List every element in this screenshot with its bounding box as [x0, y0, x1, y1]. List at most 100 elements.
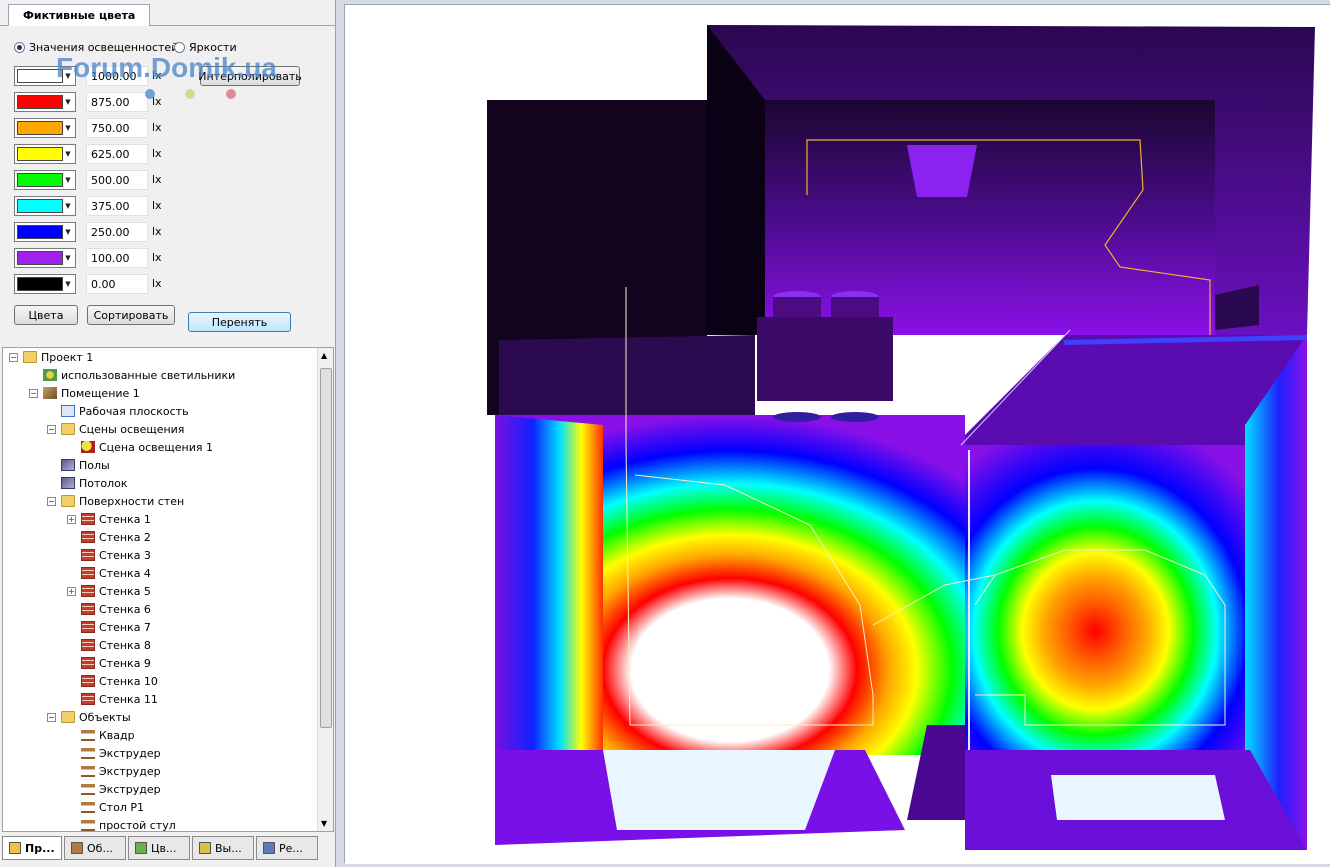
tree-label: Полы	[79, 458, 110, 472]
wall-icon	[81, 639, 95, 651]
tree-wall-item[interactable]: Стенка 8	[81, 636, 151, 654]
color-picker[interactable]: ▼	[14, 222, 76, 242]
bottom-tab[interactable]: Об...	[64, 836, 126, 860]
color-picker[interactable]: ▼	[14, 118, 76, 138]
tree-wall-item[interactable]: Стенка 2	[81, 528, 151, 546]
tree-object-item[interactable]: Экструдер	[81, 762, 161, 780]
rendering-viewport[interactable]	[344, 4, 1330, 864]
threshold-input[interactable]: 500.00	[86, 170, 148, 190]
chevron-down-icon[interactable]: ▼	[63, 224, 73, 240]
threshold-input[interactable]: 250.00	[86, 222, 148, 242]
collapse-toggle[interactable]: −	[9, 353, 18, 362]
color-swatch	[17, 173, 63, 187]
color-row: ▼	[14, 143, 76, 165]
expand-toggle[interactable]: +	[67, 515, 76, 524]
unit-label: lx	[152, 277, 162, 290]
tree-object-item[interactable]: Стол P1	[81, 798, 144, 816]
tree-luminaires[interactable]: использованные светильники	[43, 366, 235, 384]
tree-object-item[interactable]: Экструдер	[81, 744, 161, 762]
collapse-toggle[interactable]: −	[47, 497, 56, 506]
bottom-tab[interactable]: Ре...	[256, 836, 318, 860]
watermark-dot	[185, 89, 195, 99]
tree-scene-1[interactable]: Сцена освещения 1	[81, 438, 213, 456]
tree-label: Стенка 4	[99, 566, 151, 580]
luminaire-icon	[43, 369, 57, 381]
bottom-tab[interactable]: Цв...	[128, 836, 190, 860]
chevron-down-icon[interactable]: ▼	[63, 276, 73, 292]
tree-wall-item[interactable]: Стенка 10	[81, 672, 158, 690]
tree-wall-item[interactable]: Стенка 6	[81, 600, 151, 618]
threshold-input[interactable]: 0.00	[86, 274, 148, 294]
false-color-rendering	[345, 5, 1330, 864]
tree-project[interactable]: Проект 1	[23, 348, 93, 366]
collapse-toggle[interactable]: −	[47, 713, 56, 722]
color-picker[interactable]: ▼	[14, 248, 76, 268]
tree-scrollbar[interactable]: ▲ ▼	[317, 348, 333, 831]
color-picker[interactable]: ▼	[14, 274, 76, 294]
scroll-thumb[interactable]	[320, 368, 332, 728]
bottom-tab-label: Вы...	[215, 841, 242, 855]
chevron-down-icon[interactable]: ▼	[63, 250, 73, 266]
tree-wall-item[interactable]: Стенка 1	[81, 510, 151, 528]
workplane-icon	[61, 405, 75, 417]
tree-ceiling[interactable]: Потолок	[61, 474, 128, 492]
sort-button[interactable]: Сортировать	[87, 305, 175, 325]
threshold-input[interactable]: 875.00	[86, 92, 148, 112]
tree-scenes[interactable]: Сцены освещения	[61, 420, 184, 438]
threshold-input[interactable]: 100.00	[86, 248, 148, 268]
tree-label: Стенка 7	[99, 620, 151, 634]
color-row: ▼	[14, 91, 76, 113]
threshold-input[interactable]: 625.00	[86, 144, 148, 164]
tree-label: Стенка 10	[99, 674, 158, 688]
color-picker[interactable]: ▼	[14, 92, 76, 112]
scroll-up-icon[interactable]: ▲	[321, 351, 327, 360]
color-picker[interactable]: ▼	[14, 170, 76, 190]
tree-wall-item[interactable]: Стенка 5	[81, 582, 151, 600]
color-row: ▼	[14, 247, 76, 269]
wall-icon	[81, 675, 95, 687]
furniture-icon	[81, 801, 95, 813]
folder-icon	[61, 711, 75, 723]
tree-object-item[interactable]: Экструдер	[81, 780, 161, 798]
threshold-input[interactable]: 750.00	[86, 118, 148, 138]
chevron-down-icon[interactable]: ▼	[63, 172, 73, 188]
output-icon	[199, 842, 211, 854]
tree-walls[interactable]: Поверхности стен	[61, 492, 184, 510]
tree-label: Сцены освещения	[79, 422, 185, 436]
color-picker[interactable]: ▼	[14, 144, 76, 164]
chevron-down-icon[interactable]: ▼	[63, 120, 73, 136]
color-picker[interactable]: ▼	[14, 196, 76, 216]
bottom-tab[interactable]: Вы...	[192, 836, 254, 860]
collapse-toggle[interactable]: −	[47, 425, 56, 434]
tree-room[interactable]: Помещение 1	[43, 384, 140, 402]
tab-false-colors[interactable]: Фиктивные цвета	[8, 4, 151, 26]
folder-icon	[23, 351, 37, 363]
chevron-down-icon[interactable]: ▼	[63, 198, 73, 214]
scroll-down-icon[interactable]: ▼	[321, 819, 327, 828]
tree-objects[interactable]: Объекты	[61, 708, 131, 726]
colors-button[interactable]: Цвета	[14, 305, 78, 325]
expand-toggle[interactable]: +	[67, 587, 76, 596]
bottom-tab[interactable]: Пр...	[2, 836, 62, 860]
tree-workplane[interactable]: Рабочая плоскость	[61, 402, 189, 420]
tree-wall-item[interactable]: Стенка 11	[81, 690, 158, 708]
tree-object-item[interactable]: простой стул	[81, 816, 176, 831]
tree-label: Экструдер	[99, 746, 161, 760]
radio-dot-selected[interactable]	[14, 42, 25, 53]
tree-object-item[interactable]: Квадр	[81, 726, 135, 744]
chevron-down-icon[interactable]: ▼	[63, 94, 73, 110]
tree-wall-item[interactable]: Стенка 7	[81, 618, 151, 636]
tree-wall-item[interactable]: Стенка 3	[81, 546, 151, 564]
chevron-down-icon[interactable]: ▼	[63, 146, 73, 162]
tree-wall-item[interactable]: Стенка 9	[81, 654, 151, 672]
apply-button[interactable]: Перенять	[188, 312, 291, 332]
project-tree[interactable]: − Проект 1 использованные светильники − …	[2, 347, 334, 832]
tree-floors[interactable]: Полы	[61, 456, 110, 474]
tree-wall-item[interactable]: Стенка 4	[81, 564, 151, 582]
collapse-toggle[interactable]: −	[29, 389, 38, 398]
project-icon	[9, 842, 21, 854]
threshold-input[interactable]: 375.00	[86, 196, 148, 216]
tree-label: Потолок	[79, 476, 128, 490]
color-swatch	[17, 121, 63, 135]
wall-icon	[81, 549, 95, 561]
